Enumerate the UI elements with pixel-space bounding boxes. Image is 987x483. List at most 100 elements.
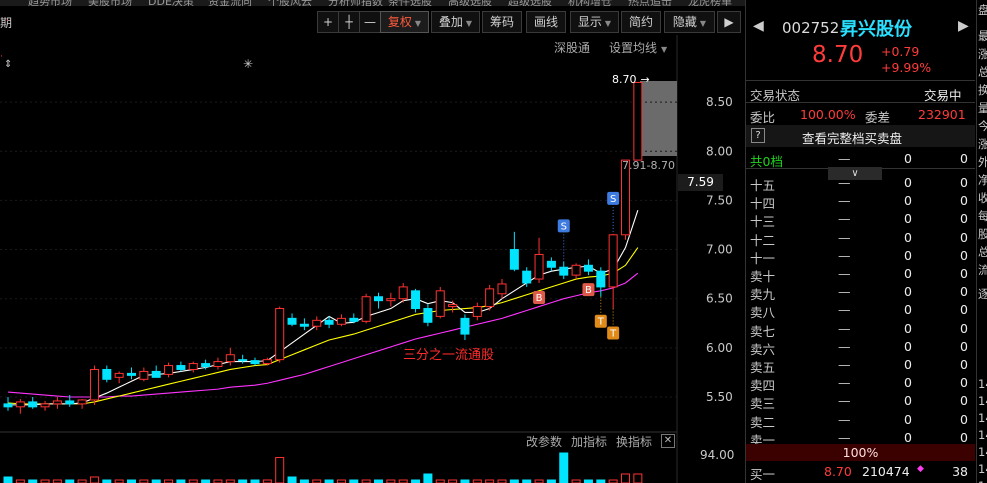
buy1-volume: 210474 <box>862 464 910 479</box>
more-button[interactable]: ▶ <box>717 11 741 33</box>
zoom-out-button[interactable]: — <box>359 11 381 33</box>
candle-up <box>262 359 272 365</box>
gong-row: 共0档 — 0 0 <box>746 150 975 169</box>
candle-down <box>596 270 606 288</box>
side-info-item: 量 <box>978 101 987 115</box>
orderbook-row-volume: 0 <box>904 429 912 445</box>
side-info-item: 换 <box>978 83 987 97</box>
top-nav-item[interactable]: 美股市场 <box>88 0 132 6</box>
jianyue-button[interactable]: 简约 <box>621 11 661 33</box>
jia-zhibiao-link[interactable]: 加指标 <box>571 433 607 450</box>
side-info-item: 每 <box>978 209 987 223</box>
full-orderbook-row[interactable]: ? 查看完整档买卖盘 <box>746 125 975 147</box>
orderbook-row-label: 卖四 <box>750 378 776 394</box>
candle-down <box>522 270 532 284</box>
top-nav-item[interactable]: 机构增仓 <box>568 0 612 6</box>
side-info-item: 涨 <box>978 47 987 61</box>
orderbook-row-count: 0 <box>960 247 968 263</box>
orderbook-row: 十三 — 0 0 <box>746 210 975 230</box>
next-stock-icon[interactable]: ▶ <box>958 18 969 34</box>
orderbook-row-count: 0 <box>960 193 968 209</box>
close-indicator-icon[interactable]: ✕ <box>661 434 675 448</box>
huan-zhibiao-link[interactable]: 换指标 <box>616 433 652 450</box>
top-nav-strip: 趋势市场 美股市场 DDE决策 资金流向 个股风云 分析师指数条件选股 高级选股 超级选股 机构… <box>0 0 745 6</box>
fuquan-dropdown[interactable]: 复权 ▼ <box>380 11 429 33</box>
top-nav-item[interactable]: 个股风云 <box>268 0 312 6</box>
weibi-label: 委比 <box>750 110 776 125</box>
side-info-item: 14 <box>978 479 987 483</box>
full-orderbook-link[interactable]: 查看完整档买卖盘 <box>802 128 902 147</box>
side-info-item: 盘 <box>978 3 987 17</box>
candle-down <box>28 401 38 408</box>
top-nav-item[interactable]: 分析师指数 <box>328 0 383 6</box>
top-nav-item[interactable]: 条件选股 <box>388 0 432 6</box>
orderbook-row-label: 十二 <box>750 232 776 248</box>
chart-toolbar: 期 · + ┼ — 复权 ▼ 叠加 ▼ 筹码 画线 显示 ▼ 简约 隐藏 ▼ ▶ <box>0 8 745 35</box>
orderbook-row-label: 卖九 <box>750 287 776 303</box>
candle-up <box>633 81 643 161</box>
help-icon[interactable]: ? <box>751 128 765 143</box>
volume-bar <box>559 452 569 483</box>
orderbook-row-price: — <box>838 247 851 263</box>
orderbook-row-price: — <box>838 229 851 245</box>
prev-stock-icon[interactable]: ◀ <box>753 18 764 34</box>
candle-up <box>312 319 322 327</box>
orderbook-row-count: 0 <box>960 429 968 445</box>
top-nav-item[interactable]: 热点追击 <box>628 0 672 6</box>
orderbook-row-label: 十三 <box>750 214 776 230</box>
last-price-tag: 8.70 → <box>612 73 650 86</box>
orderbook-row-volume: 0 <box>904 247 912 263</box>
candle-up <box>213 361 223 368</box>
candle-up <box>15 401 25 408</box>
candle-down <box>583 264 593 272</box>
side-info-item: 14 <box>978 394 987 408</box>
crosshair-button[interactable]: ┼ <box>338 11 360 33</box>
y-axis-tick-label: 7.50 <box>706 193 733 207</box>
orderbook-row-label: 十一 <box>750 250 776 266</box>
top-nav-item[interactable]: 资金流向 <box>208 0 252 6</box>
yincang-dropdown[interactable]: 隐藏 ▼ <box>664 11 715 33</box>
orderbook-row: 卖九 — 0 0 <box>746 283 975 303</box>
y-axis-tick-label: 6.00 <box>706 341 733 355</box>
zoom-in-button[interactable]: + <box>317 11 339 33</box>
candle-down <box>65 400 75 405</box>
orderbook-row-volume: 0 <box>904 357 912 372</box>
circulation-annotation: 三分之一流通股 <box>403 348 495 363</box>
xianshi-dropdown[interactable]: 显示 ▼ <box>570 11 619 33</box>
stock-code: 002752 <box>782 19 840 37</box>
huaxian-button[interactable]: 画线 <box>526 11 566 33</box>
candle-up <box>89 368 99 401</box>
orderbook-row-volume: 0 <box>904 393 912 409</box>
kline-chart-area[interactable]: 深股通 设置均线 ▼ ⇕ ✳ · 8.50 8.00 7.50 7.00 6.50 6.00… <box>0 35 745 483</box>
top-nav-item[interactable]: 龙虎榜单 <box>688 0 732 6</box>
candle-up <box>472 306 482 317</box>
diejia-dropdown[interactable]: 叠加 ▼ <box>431 11 480 33</box>
orderbook-row: 卖二 — 0 0 <box>746 411 975 430</box>
top-nav-item[interactable]: 高级选股 <box>448 0 492 6</box>
divider <box>746 102 975 103</box>
orderbook-row-label: 卖八 <box>750 305 776 321</box>
volume-bar <box>275 457 285 483</box>
orderbook-row: 卖三 — 0 0 <box>746 392 975 411</box>
side-info-item: 14 <box>978 411 987 425</box>
candle-down <box>324 319 334 325</box>
candle-down <box>509 249 519 270</box>
chouma-button[interactable]: 筹码 <box>482 11 522 33</box>
gai-canshu-link[interactable]: 改参数 <box>526 433 562 450</box>
candle-up <box>361 296 371 322</box>
top-nav-item[interactable]: 趋势市场 <box>28 0 72 6</box>
volume-bar <box>621 473 630 483</box>
orderbook-row: 十四 — 0 0 <box>746 192 975 211</box>
top-nav-item[interactable]: 超级选股 <box>508 0 552 6</box>
buy1-price: 8.70 <box>824 464 852 479</box>
orderbook-row-volume: 0 <box>904 266 912 281</box>
signal-marker-label: T <box>609 329 617 340</box>
orderbook-row-price: — <box>838 211 851 227</box>
current-price: 8.70 <box>812 42 864 68</box>
side-info-item: 14 <box>978 462 987 476</box>
top-nav-item[interactable]: DDE决策 <box>148 0 194 6</box>
kline-svg: 8.50 8.00 7.50 7.00 6.50 6.00 5.50 S S B B TT <box>0 35 733 483</box>
orderbook-row-price: — <box>838 357 851 372</box>
orderbook-row-label: 卖二 <box>750 414 776 430</box>
candle-up <box>608 234 618 288</box>
